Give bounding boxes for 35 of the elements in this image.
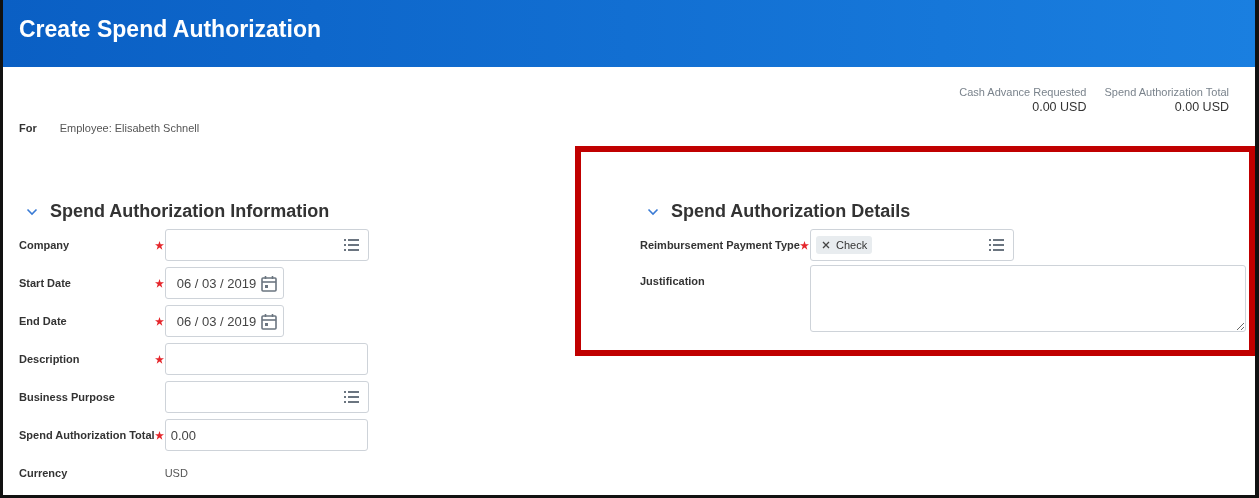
page-title: Create Spend Authorization — [19, 16, 321, 43]
total-value: 0.00 USD — [1032, 100, 1087, 114]
list-icon[interactable] — [988, 239, 1004, 251]
selected-chip[interactable]: Check — [815, 236, 873, 254]
field-value: Employee: Elisabeth Schnell — [59, 122, 200, 134]
field-label: Start Date — [19, 277, 72, 289]
chevron-icon[interactable] — [26, 207, 38, 216]
field-label: Company — [19, 239, 71, 251]
chevron-icon[interactable] — [647, 207, 659, 216]
date-field[interactable]: 06 / 03 / 2019 — [164, 267, 284, 299]
date-field[interactable]: 06 / 03 / 2019 — [164, 305, 284, 337]
input-field[interactable]: 0.00 — [164, 419, 368, 451]
field-label: Description — [19, 353, 81, 365]
field-label: End Date — [19, 315, 68, 327]
section-title: Spend Authorization Details — [671, 201, 911, 222]
prompt-field[interactable]: Check — [809, 229, 1014, 261]
prompt-field[interactable] — [164, 229, 369, 261]
total-label: Spend Authorization Total — [1104, 86, 1229, 98]
total-label: Cash Advance Requested — [959, 86, 1087, 98]
total-value: 0.00 USD — [1174, 100, 1229, 114]
section-title: Spend Authorization Information — [50, 201, 330, 222]
input-field[interactable] — [164, 343, 368, 375]
field-label: Justification — [640, 275, 706, 287]
remove-icon[interactable] — [821, 241, 830, 249]
calendar-icon[interactable] — [260, 274, 277, 292]
list-icon[interactable] — [343, 239, 359, 251]
field-label: Currency — [19, 467, 69, 479]
field-label: Reimbursement Payment Type — [640, 239, 800, 251]
field-label: For — [19, 122, 37, 134]
calendar-icon[interactable] — [260, 312, 277, 330]
list-icon[interactable] — [343, 391, 359, 403]
field-label: Spend Authorization Total — [19, 429, 155, 441]
field-label: Business Purpose — [19, 391, 116, 403]
prompt-field[interactable] — [164, 381, 369, 413]
field-value: USD — [164, 467, 188, 479]
